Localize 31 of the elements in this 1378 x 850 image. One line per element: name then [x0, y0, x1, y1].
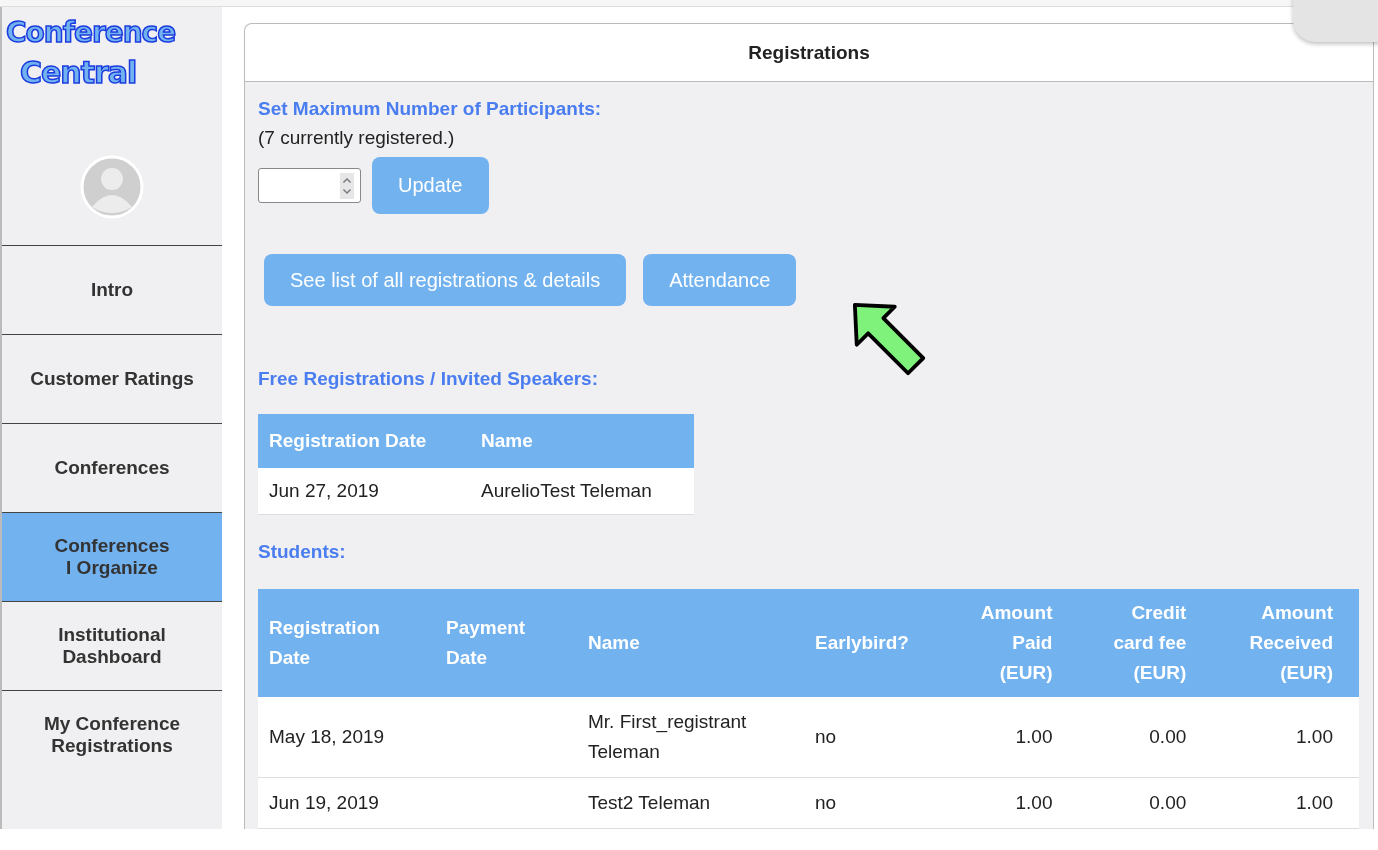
table-cell: no: [815, 726, 837, 747]
table-cell: 0.00: [1149, 726, 1187, 747]
panel-title: Registrations: [245, 24, 1373, 82]
table-cell: Mr. First_registrant Teleman: [588, 711, 747, 762]
column-header: Name: [470, 414, 694, 468]
table-cell: Jun 27, 2019: [258, 468, 470, 515]
table-cell: 0.00: [1149, 792, 1187, 813]
column-header: Amount Received (EUR): [1212, 589, 1359, 697]
column-header: Credit card fee (EUR): [1078, 589, 1213, 697]
table-cell: May 18, 2019: [269, 726, 385, 747]
column-header: Payment Date: [435, 589, 577, 697]
section-heading: Students:: [258, 541, 347, 563]
table-cell: 1.00: [1015, 726, 1053, 747]
column-header: Earlybird?: [804, 589, 946, 697]
table-cell: AurelioTest Teleman: [470, 468, 694, 515]
table-cell: no: [815, 792, 837, 813]
column-header: Registration Date: [258, 414, 470, 468]
table-cell: 1.00: [1296, 792, 1333, 813]
column-header: Name: [577, 589, 804, 697]
number-input-field[interactable]: [258, 168, 361, 203]
table-cell: 1.00: [1015, 792, 1053, 813]
table-cell: 1.00: [1296, 726, 1333, 747]
section-heading: Set Maximum Number of Participants:: [258, 98, 603, 120]
table-cell: Test2 Teleman: [588, 792, 711, 813]
section-heading: Free Registrations / Invited Speakers:: [258, 368, 599, 390]
spinner-icon[interactable]: [337, 172, 357, 199]
column-header: Amount Paid (EUR): [946, 589, 1079, 697]
registered-count-text: (7 currently registered.): [258, 127, 456, 149]
sidebar-item[interactable]: Conferences I Organize: [2, 512, 222, 601]
table-cell: Jun 19, 2019: [269, 792, 379, 813]
column-header: Registration Date: [258, 589, 435, 697]
